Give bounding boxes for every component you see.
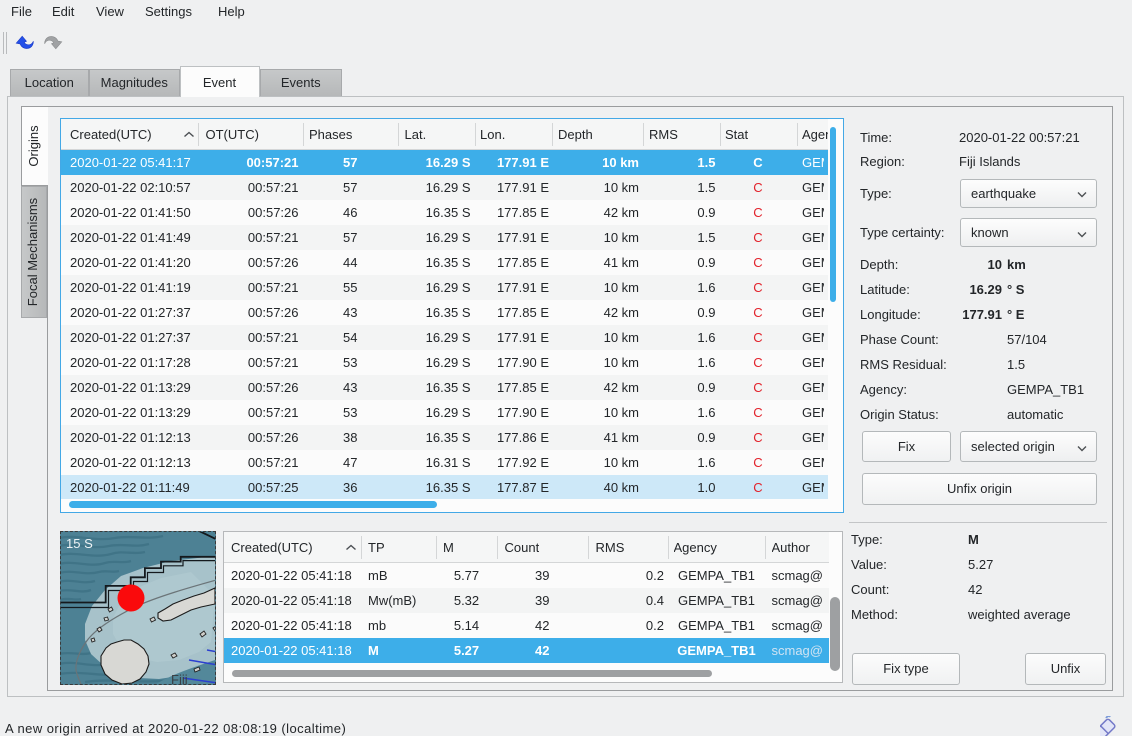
svg-text:15 S: 15 S — [66, 536, 93, 551]
svg-text:Fiji: Fiji — [171, 672, 188, 684]
